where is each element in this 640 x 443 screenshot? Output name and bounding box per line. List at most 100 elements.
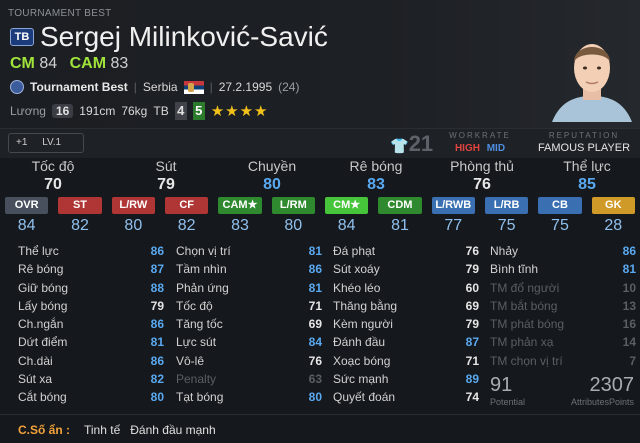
hidden-traits-label: C.Số ẩn : — [18, 423, 71, 437]
shirt-number: 👕21 — [390, 131, 433, 157]
attribute-value: 86 — [150, 244, 164, 258]
attribute-name: Phản ứng — [176, 280, 229, 295]
height: 191cm — [79, 104, 116, 118]
attribute-name: Thăng bằng — [333, 298, 398, 313]
attribute-value: 87 — [465, 335, 479, 350]
attribute-name: Ch.ngắn — [18, 317, 64, 332]
attribute-value: 82 — [150, 372, 164, 387]
attribute-value: 87 — [150, 262, 164, 277]
attribute-row: Giữ bóng 88 — [18, 281, 164, 299]
attribute-name: Tầm nhìn — [176, 262, 227, 277]
attribute-row: Quyết đoán 74 — [333, 390, 479, 408]
attribute-row: Tốc độ 71 — [176, 299, 322, 317]
attribute-row: Lực sút 84 — [176, 335, 322, 353]
category-name: Rê bóng — [349, 158, 403, 174]
position-label: L/RW — [111, 197, 155, 214]
position-2: CAM — [69, 55, 107, 72]
category-value: 79 — [157, 176, 175, 193]
attribute-row: TM phản xạ 14 — [490, 335, 636, 353]
attribute-row: TM bắt bóng 13 — [490, 299, 636, 317]
position-label: L/RWB — [431, 197, 475, 214]
category-shooting: Sút 79 — [113, 158, 219, 194]
reputation-title: REPUTATION — [548, 131, 620, 140]
level-selector[interactable]: +1 LV.1 — [8, 133, 84, 153]
position-cell: L/RW 80 — [107, 197, 160, 239]
attribute-name: Ch.dài — [18, 353, 53, 368]
attribute-row: Sức mạnh 89 — [333, 372, 479, 390]
position-cell: L/RB 75 — [480, 197, 533, 239]
attribute-name: Kèm người — [333, 317, 393, 332]
attribute-name: Vô-lê — [176, 353, 205, 368]
attribute-name: TM chọn vị trí — [490, 353, 563, 368]
attribute-row: Thể lực 86 — [18, 244, 164, 262]
divider: | — [209, 80, 213, 94]
position-value: 80 — [124, 217, 143, 234]
player-physical: Lương 16 191cm 76kg TB 45 ★★★★ — [10, 102, 269, 120]
position-value: 82 — [177, 217, 196, 234]
attribute-row: Bình tĩnh 81 — [490, 262, 636, 280]
attribute-value: 74 — [465, 390, 479, 405]
attribute-row: Tạt bóng 80 — [176, 390, 322, 408]
position-2-value: 83 — [110, 55, 129, 72]
position-label: CF — [164, 197, 209, 214]
attribute-value: 76 — [465, 244, 479, 258]
attribute-value: 81 — [308, 280, 322, 295]
potential: 91 Potential — [490, 374, 525, 407]
attribute-value: 79 — [465, 317, 479, 332]
position-1: CM — [10, 55, 35, 72]
attribute-value: 71 — [465, 353, 479, 368]
nation-name: Serbia — [142, 80, 178, 94]
attribute-row: Nhảy 86 — [490, 244, 636, 262]
attribute-value: 80 — [308, 390, 322, 405]
attribute-name: Tạt bóng — [176, 390, 224, 405]
attribute-row: Dứt điểm 81 — [18, 335, 164, 353]
attribute-row: Khéo léo 60 — [333, 281, 479, 299]
position-cell: GK 28 — [587, 197, 640, 239]
attribute-column: Thể lực 86 Rê bóng 87 Giữ bóng 88 Lấy bóng 79 Ch… — [18, 244, 164, 409]
attribute-name: Cắt bóng — [18, 390, 67, 405]
attribute-value: 86 — [308, 262, 322, 277]
potential-label: Potential — [490, 397, 526, 407]
age: (24) — [278, 80, 300, 94]
position-cell: ST 82 — [53, 197, 106, 239]
attribute-row: Đá phạt 76 — [333, 244, 479, 262]
salary-label: Lương — [10, 104, 46, 118]
workrate-defense: MID — [486, 143, 506, 154]
skill-stars: ★★★★ — [210, 103, 269, 120]
attribute-name: TM đổ người — [490, 280, 560, 295]
position-1-value: 84 — [39, 55, 58, 72]
category-value: 80 — [263, 176, 281, 193]
attribute-row: Xoạc bóng 71 — [333, 354, 479, 372]
position-cell: L/RM 80 — [267, 197, 320, 239]
attribute-name: TM bắt bóng — [490, 298, 558, 313]
attribute-row: Tăng tốc 69 — [176, 317, 322, 335]
foot: TB — [153, 104, 169, 118]
attribute-value: 88 — [150, 280, 164, 295]
info-bar: +1 LV.1 👕21 WORKRATE HIGH MID REPUTATION… — [0, 128, 640, 158]
position-value: 84 — [337, 217, 356, 234]
attribute-value: 80 — [150, 390, 164, 405]
serbia-flag-icon — [183, 80, 204, 94]
category-value: 76 — [473, 176, 491, 193]
attribute-row: Sút xa 82 — [18, 372, 164, 390]
shirt-icon: 👕 — [390, 138, 409, 155]
position-value: 28 — [604, 217, 623, 234]
attribute-value: 86 — [150, 317, 164, 332]
attribute-name: Bình tĩnh — [490, 262, 539, 277]
attribute-value: 86 — [150, 353, 164, 368]
workrate-attack: HIGH — [454, 143, 480, 154]
category-name: Tốc độ — [31, 158, 75, 174]
workrate-values: HIGH MID — [440, 143, 520, 154]
attribute-value: 13 — [622, 298, 636, 313]
position-cell: CM★ 84 — [320, 197, 373, 239]
position-ratings: OVR 84 ST 82 L/RW 80 CF 82 CAM★ 83 L/RM 80 CM★ 84 CDM 8… — [0, 197, 640, 239]
attribute-column: Chọn vị trí 81 Tầm nhìn 86 Phản ứng 81 Tốc độ 7… — [176, 244, 322, 409]
category-dribbling: Rê bóng 83 — [323, 158, 429, 194]
attribute-row: Vô-lê 76 — [176, 354, 322, 372]
workrate: WORKRATE HIGH MID — [440, 131, 520, 154]
attribute-name: Sức mạnh — [333, 372, 389, 387]
position-label: CB — [538, 197, 582, 214]
position-label: ST — [58, 197, 102, 214]
season-logo-icon — [10, 80, 24, 94]
attribute-points-label: AttributesPoints — [570, 397, 634, 407]
